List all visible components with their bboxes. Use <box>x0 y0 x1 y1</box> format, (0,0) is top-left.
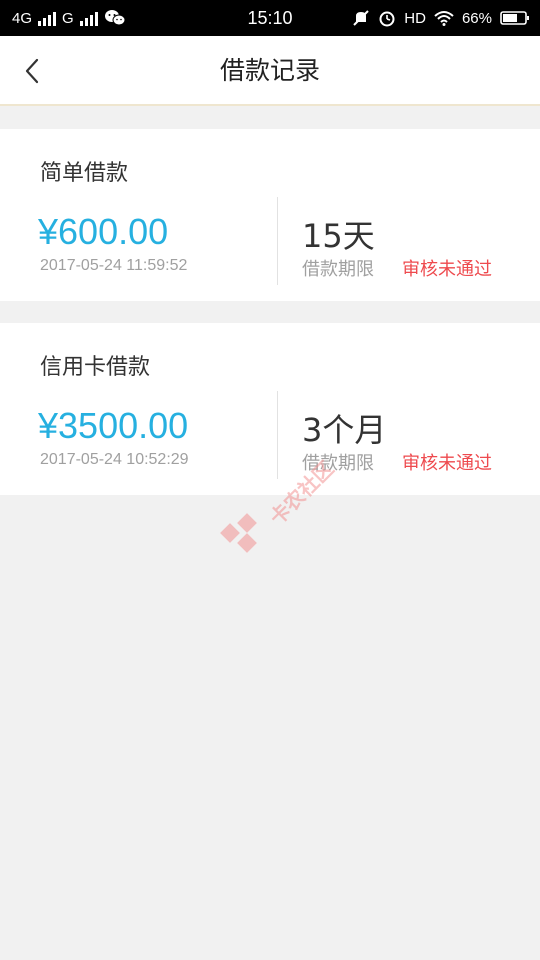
page-title: 借款记录 <box>219 56 320 85</box>
wifi-icon <box>434 11 454 26</box>
loan-record-card[interactable]: 简单借款 ¥600.00 2017-05-24 11:59:52 15天 借款期… <box>0 129 540 301</box>
loan-date: 2017-05-24 11:59:52 <box>40 257 188 274</box>
hd-indicator: HD <box>404 9 426 27</box>
battery-icon <box>500 11 529 25</box>
loan-type: 信用卡借款 <box>40 355 151 380</box>
loan-term: 15天 <box>302 217 375 255</box>
alarm-icon <box>379 11 395 27</box>
loan-record-card[interactable]: 信用卡借款 ¥3500.00 2017-05-24 10:52:29 3个月 借… <box>0 323 540 495</box>
loan-type: 简单借款 <box>40 161 129 186</box>
loan-status: 审核未通过 <box>402 259 492 280</box>
status-bar: 4G G 15:10 HD 66% <box>0 0 540 36</box>
watermark-logo-icon <box>220 513 257 553</box>
status-bar-right: HD 66% <box>352 0 530 36</box>
loan-date: 2017-05-24 10:52:29 <box>40 451 189 468</box>
vertical-divider <box>277 391 278 479</box>
battery-percent: 66% <box>461 9 492 27</box>
nav-bar: 借款记录 <box>0 36 540 106</box>
loan-term-label: 借款期限 <box>302 259 374 280</box>
vertical-divider <box>277 197 278 285</box>
loan-amount: ¥600.00 <box>38 211 169 252</box>
loan-amount: ¥3500.00 <box>38 405 189 446</box>
loan-status: 审核未通过 <box>402 453 492 474</box>
loan-term-label: 借款期限 <box>302 453 374 474</box>
mute-icon <box>353 10 370 26</box>
loan-term: 3个月 <box>302 411 387 449</box>
